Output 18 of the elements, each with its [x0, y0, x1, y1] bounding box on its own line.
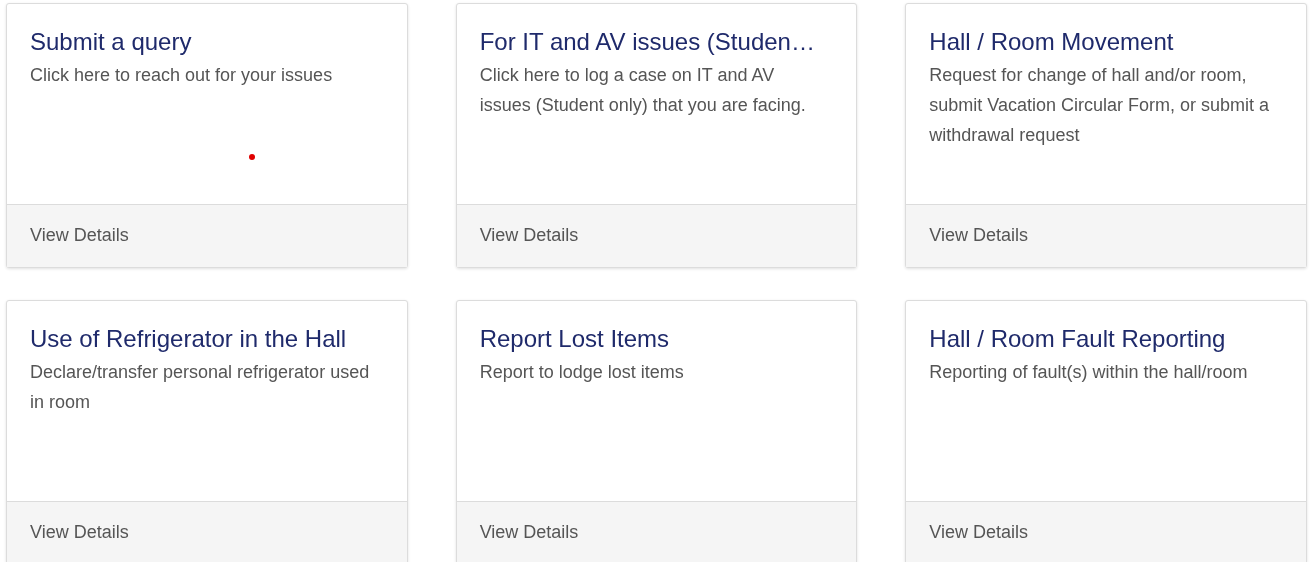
card-description: Click here to reach out for your issues [30, 64, 334, 87]
card-title: Hall / Room Movement [929, 27, 1175, 57]
card-title: Report Lost Items [479, 324, 671, 354]
card-title: For IT and AV issues (Studen… [479, 27, 816, 57]
card-description: Request for change of hall and/or room, submit Vacation Circular Form, or submit a withdrawal request [929, 64, 1271, 147]
view-details-link[interactable]: View Details [7, 204, 407, 267]
view-details-link[interactable]: View Details [456, 501, 857, 562]
card-description: Report to lodge lost items [479, 361, 685, 384]
view-details-link[interactable]: View Details [7, 501, 407, 562]
view-details-link[interactable]: View Details [906, 204, 1306, 267]
card-title: Submit a query [30, 27, 193, 57]
card-title: Use of Refrigerator in the Hall [30, 324, 348, 354]
card-description: Click here to log a case on IT and AV issues (Student only) that you are facing. [479, 64, 807, 117]
view-details-link[interactable]: View Details [456, 204, 857, 267]
card-description: Declare/transfer personal refrigerator used in room [30, 361, 371, 414]
card-title: Hall / Room Fault Reporting [929, 324, 1227, 354]
view-details-link[interactable]: View Details [906, 501, 1306, 562]
card-description: Reporting of fault(s) within the hall/room [929, 361, 1249, 384]
